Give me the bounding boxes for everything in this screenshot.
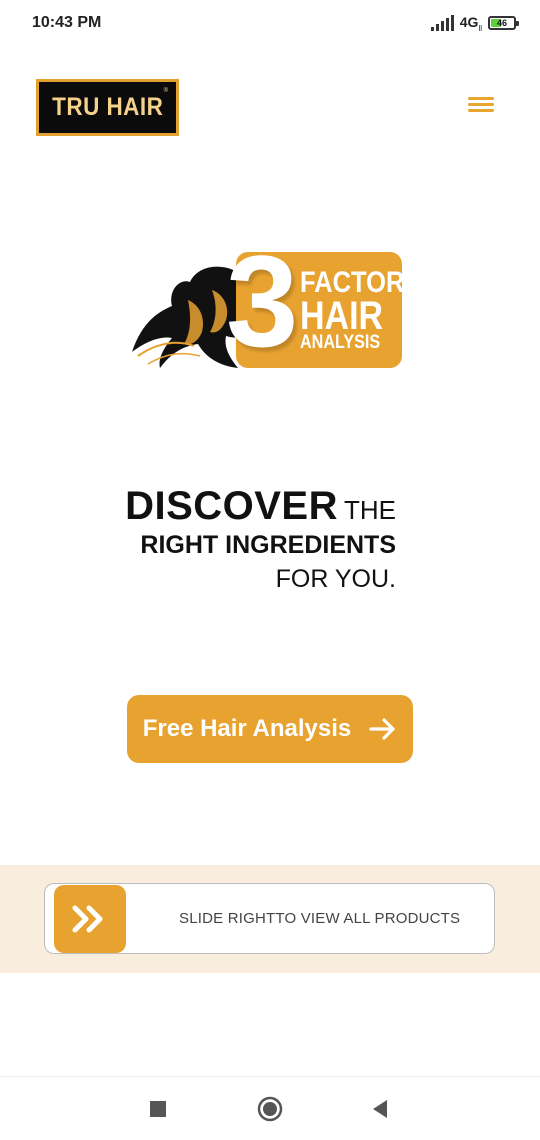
circle-icon (257, 1096, 283, 1122)
arrow-right-icon (369, 718, 395, 740)
back-button[interactable] (350, 1077, 410, 1140)
hamburger-menu-icon[interactable] (464, 92, 498, 118)
signal-icon (430, 15, 454, 32)
badge-number: 3 (226, 228, 299, 374)
registered-mark: ® (163, 88, 168, 94)
free-hair-analysis-button[interactable]: Free Hair Analysis (127, 695, 413, 763)
battery-level: 46 (496, 18, 507, 29)
cta-label: Free Hair Analysis (142, 715, 352, 742)
status-bar: 10:43 PM 4Gll 46 (0, 0, 540, 48)
slider-label: SLIDE RIGHTTO VIEW ALL PRODUCTS (179, 910, 461, 927)
status-indicators: 4Gll 46 (430, 14, 519, 33)
system-nav-bar (0, 1076, 540, 1140)
home-button[interactable] (240, 1077, 300, 1140)
recent-apps-button[interactable] (128, 1077, 188, 1140)
tagline-the: THE (344, 495, 396, 525)
status-time: 10:43 PM (32, 14, 102, 31)
double-chevron-right-icon (72, 905, 103, 933)
badge-line-analysis: ANALYSIS (300, 332, 381, 353)
battery-icon: 46 (488, 16, 519, 31)
tru-hair-logo[interactable]: TRU HAIR ® (36, 79, 179, 136)
logo-text: TRU HAIR (51, 93, 164, 121)
network-type: 4Gll (459, 14, 482, 33)
tagline-line-2: RIGHT INGREDIENTS (140, 531, 396, 559)
tagline-line-3: FOR YOU. (275, 565, 396, 593)
view-products-slider[interactable]: SLIDE RIGHTTO VIEW ALL PRODUCTS (44, 883, 495, 954)
slider-handle[interactable] (54, 885, 126, 953)
tagline-discover: DISCOVER (125, 484, 338, 528)
three-factor-badge: 3 FACTOR HAIR ANALYSIS (128, 236, 408, 374)
square-icon (150, 1101, 166, 1117)
tagline-line-1: DISCOVER THE (125, 484, 396, 529)
triangle-back-icon (373, 1100, 387, 1118)
slider-band: SLIDE RIGHTTO VIEW ALL PRODUCTS (0, 865, 540, 973)
